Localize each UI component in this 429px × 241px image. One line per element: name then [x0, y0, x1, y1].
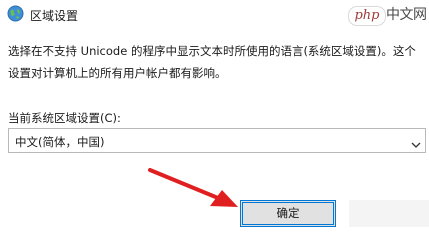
red-arrow-icon	[140, 162, 250, 222]
watermark-badge: php	[348, 6, 386, 26]
ok-button[interactable]: 确定	[240, 200, 336, 227]
ok-button-label: 确定	[276, 206, 300, 220]
locale-label: 当前系统区域设置(C):	[8, 111, 121, 125]
watermark-text: 中文网	[386, 7, 427, 23]
region-settings-dialog: 区域设置 php 中文网 选择在不支持 Unicode 的程序中显示文本时所使用…	[0, 0, 429, 241]
system-locale-dropdown[interactable]: 中文(简体，中国)	[8, 128, 426, 153]
locale-selected-value: 中文(简体，中国)	[15, 135, 105, 149]
region-globe-icon	[7, 5, 24, 22]
window-title: 区域设置	[30, 9, 79, 23]
description-text: 选择在不支持 Unicode 的程序中显示文本时所使用的语言(系统区域设置)。这…	[8, 44, 416, 80]
secondary-button-area	[349, 200, 429, 227]
php-watermark: php 中文网	[348, 4, 428, 26]
chevron-down-icon[interactable]	[411, 135, 421, 148]
